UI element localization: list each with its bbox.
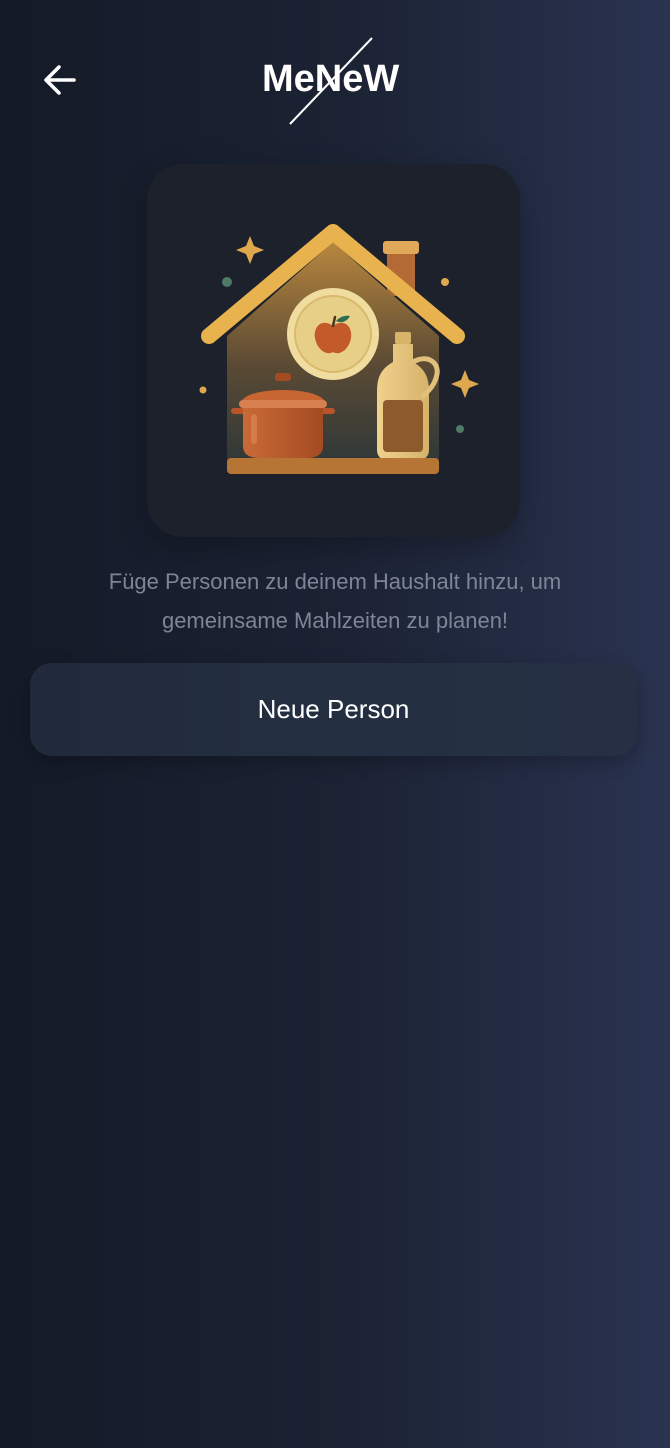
info-line-1: Füge Personen zu deinem Haushalt hinzu, … <box>108 569 562 594</box>
new-person-label: Neue Person <box>257 694 410 724</box>
new-person-button[interactable]: Neue Person <box>30 663 637 756</box>
back-button[interactable] <box>36 58 84 106</box>
arrow-left-icon <box>40 60 80 105</box>
empty-household-message: Füge Personen zu deinem Haushalt hinzu, … <box>40 562 630 640</box>
info-line-2: gemeinsame Mahlzeiten zu planen! <box>161 608 509 633</box>
app-logo: MeNeW <box>250 34 420 128</box>
logo-text: MeNeW <box>262 58 399 100</box>
house-illustration-card <box>147 164 520 537</box>
house-kitchen-illustration <box>199 224 479 474</box>
